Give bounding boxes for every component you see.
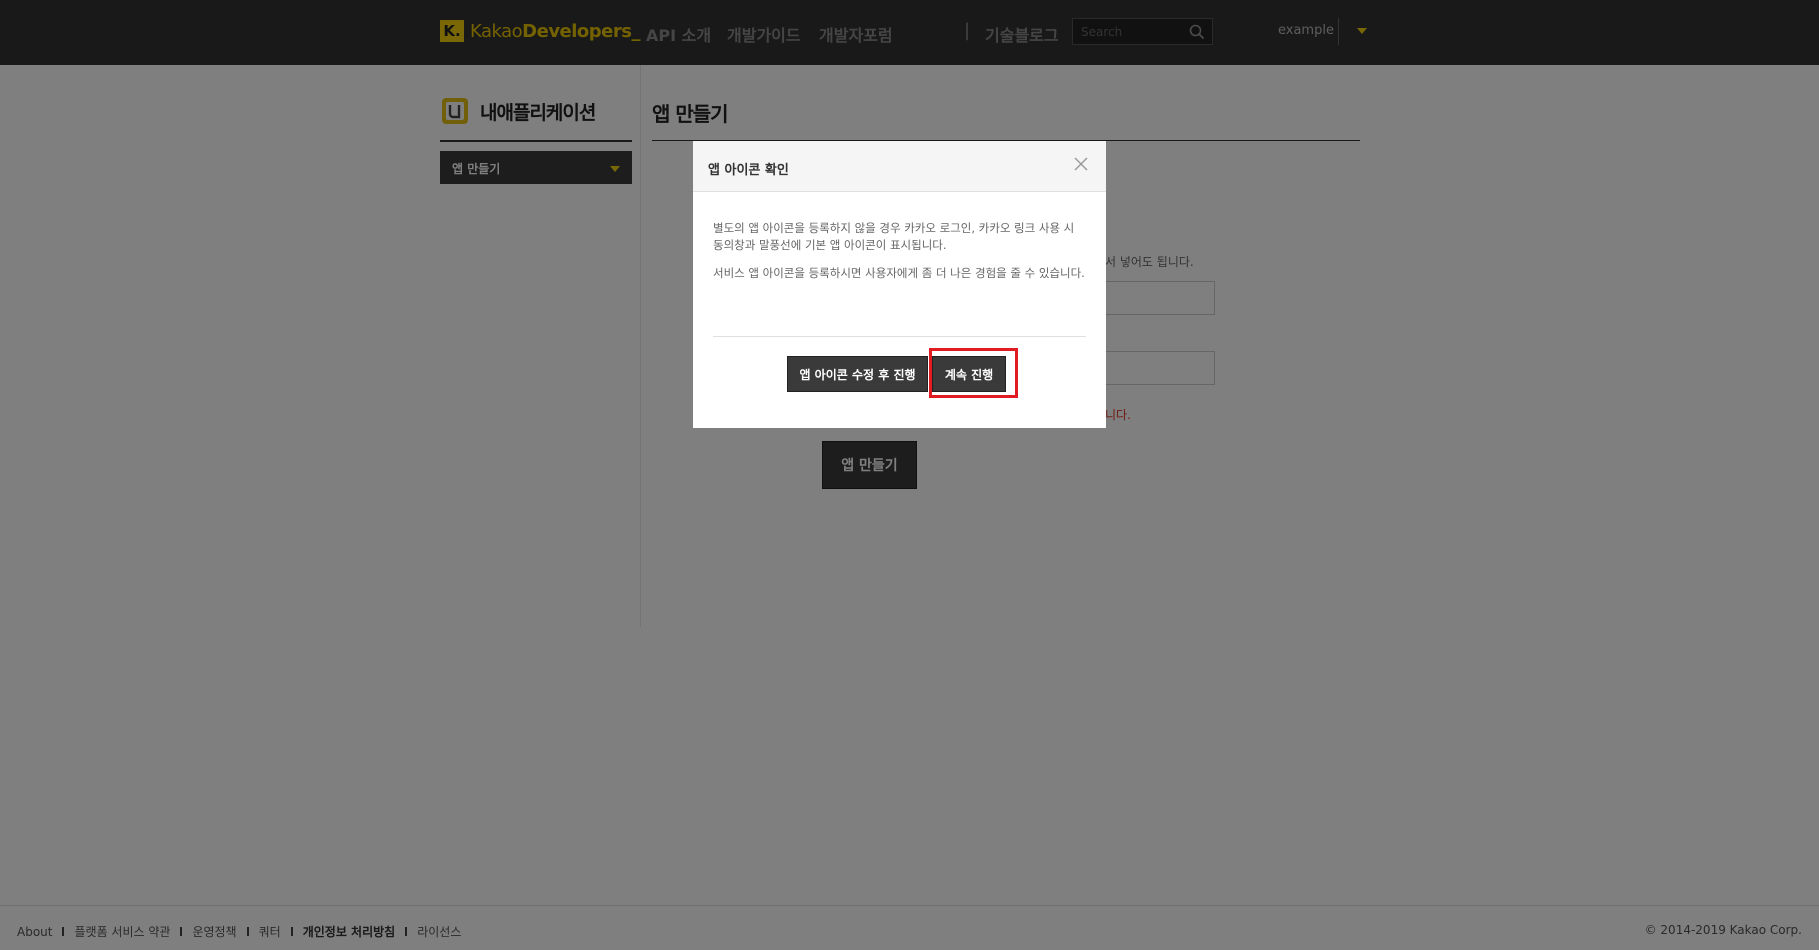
close-icon[interactable] — [1072, 155, 1090, 173]
modify-app-icon-button[interactable]: 앱 아이콘 수정 후 진행 — [787, 356, 928, 392]
dialog-title: 앱 아이콘 확인 — [708, 163, 789, 178]
dialog-header: 앱 아이콘 확인 — [693, 141, 1106, 192]
dialog-divider — [713, 336, 1086, 337]
dialog-message-2: 서비스 앱 아이콘을 등록하시면 사용자에게 좀 더 나은 경험을 줄 수 있습… — [713, 266, 1085, 280]
dialog-message-1: 별도의 앱 아이콘을 등록하지 않을 경우 카카오 로그인, 카카오 링크 사용… — [713, 221, 1075, 252]
app-icon-confirm-dialog: 앱 아이콘 확인 별도의 앱 아이콘을 등록하지 않을 경우 카카오 로그인, … — [693, 141, 1106, 428]
continue-button[interactable]: 계속 진행 — [932, 356, 1006, 392]
